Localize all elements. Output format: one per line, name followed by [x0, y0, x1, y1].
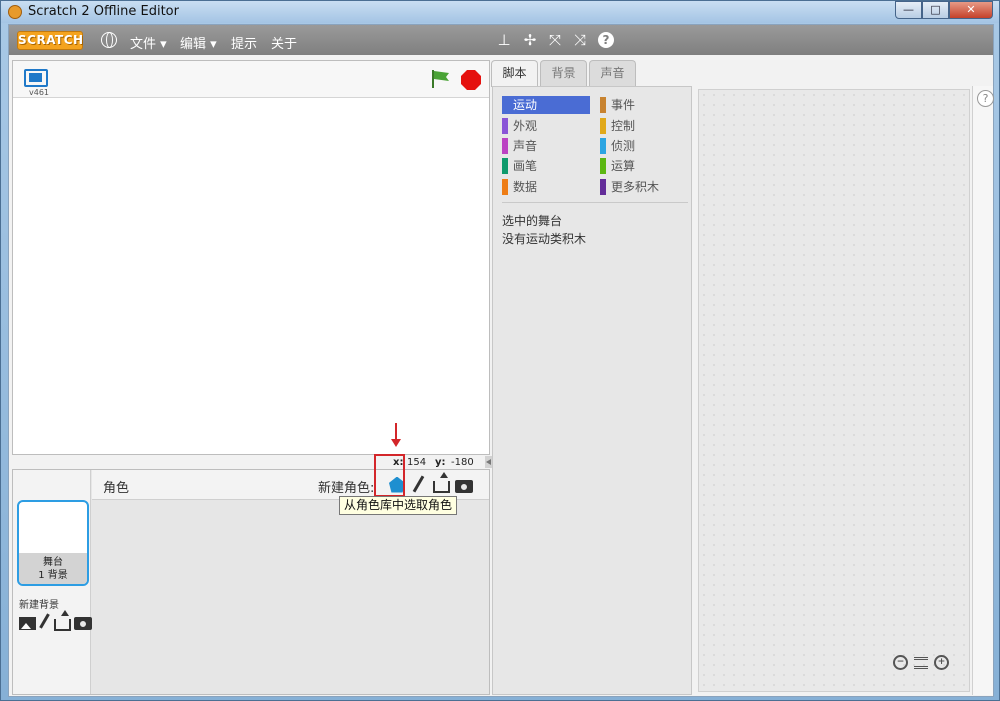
- green-flag-icon[interactable]: [432, 70, 449, 88]
- menu-about[interactable]: 关于: [271, 33, 297, 52]
- mouse-y-label: y:: [435, 457, 446, 468]
- zoom-reset-icon[interactable]: [914, 657, 928, 669]
- cut-icon[interactable]: ✢: [521, 31, 539, 49]
- menu-tips[interactable]: 提示: [231, 33, 257, 52]
- close-button[interactable]: ✕: [949, 1, 993, 19]
- stage-panel: v461: [12, 60, 490, 455]
- block-palette: 运动 外观 声音 画笔 数据 事件 控制 侦测 运算 更多积木 选中的舞台 没有…: [492, 86, 692, 695]
- menu-bar: SCRATCH 文件 ▾ 编辑 ▾ 提示 关于 ⊥ ✢ ⤧ ⤨ ?: [9, 25, 993, 55]
- stage-thumb-caption: 舞台 1 背景: [19, 553, 87, 584]
- camera-sprite-icon[interactable]: [455, 479, 473, 493]
- annotation-arrow: [391, 423, 401, 447]
- category-sensing[interactable]: 侦测: [600, 137, 688, 155]
- stamp-icon[interactable]: ⊥: [495, 31, 513, 49]
- block-help-icon[interactable]: ?: [977, 90, 994, 107]
- palette-divider: [502, 202, 688, 203]
- stage-canvas[interactable]: [13, 99, 489, 454]
- help-icon[interactable]: ?: [598, 32, 614, 48]
- minimize-button[interactable]: —: [895, 1, 922, 19]
- stage-thumbnail[interactable]: 舞台 1 背景: [17, 500, 89, 586]
- editor-client: SCRATCH 文件 ▾ 编辑 ▾ 提示 关于 ⊥ ✢ ⤧ ⤨ ? v461 x…: [8, 24, 994, 697]
- window-controls: — □ ✕: [895, 1, 993, 19]
- selected-target-label: 选中的舞台: [502, 214, 563, 228]
- paint-backdrop-icon[interactable]: [39, 613, 51, 631]
- tab-sounds[interactable]: 声音: [589, 60, 636, 86]
- stage-thumb-name: 舞台: [43, 557, 63, 568]
- zoom-controls: − +: [893, 655, 949, 670]
- category-control[interactable]: 控制: [600, 117, 688, 135]
- grow-icon[interactable]: ⤧: [546, 31, 564, 49]
- fullscreen-icon[interactable]: [24, 69, 48, 87]
- stage-thumb-backdrops: 1 背景: [38, 570, 68, 581]
- script-area[interactable]: [698, 89, 970, 692]
- stop-sign-icon[interactable]: [461, 70, 481, 90]
- category-operators[interactable]: 运算: [600, 157, 688, 175]
- annotation-highlight-box: [374, 454, 405, 497]
- sprite-library-tooltip: 从角色库中选取角色: [339, 496, 458, 515]
- backdrop-library-icon[interactable]: [19, 617, 36, 630]
- new-sprite-label: 新建角色:: [318, 481, 375, 496]
- category-sound[interactable]: 声音: [502, 137, 590, 155]
- menu-edit[interactable]: 编辑 ▾: [180, 33, 217, 52]
- zoom-in-icon[interactable]: +: [934, 655, 949, 670]
- category-events[interactable]: 事件: [600, 96, 688, 114]
- sprites-title: 角色: [103, 481, 130, 496]
- new-backdrop-label: 新建背景: [19, 600, 59, 611]
- version-label: v461: [29, 88, 50, 97]
- window-title: Scratch 2 Offline Editor: [28, 4, 179, 19]
- upload-backdrop-icon[interactable]: [54, 610, 71, 631]
- tab-backdrops[interactable]: 背景: [540, 60, 587, 86]
- new-backdrop-tools: [19, 610, 92, 631]
- no-blocks-message: 没有运动类积木: [502, 232, 587, 246]
- script-right-strip: [972, 86, 993, 695]
- title-bar[interactable]: Scratch 2 Offline Editor — □ ✕: [1, 1, 999, 23]
- mouse-y-value: -180: [451, 457, 474, 468]
- scratch-logo[interactable]: SCRATCH: [17, 31, 83, 50]
- category-pen[interactable]: 画笔: [502, 157, 590, 175]
- zoom-out-icon[interactable]: −: [893, 655, 908, 670]
- category-looks[interactable]: 外观: [502, 117, 590, 135]
- category-data[interactable]: 数据: [502, 178, 590, 196]
- camera-backdrop-icon[interactable]: [74, 617, 92, 630]
- tab-scripts[interactable]: 脚本: [491, 60, 538, 87]
- app-window: Scratch 2 Offline Editor — □ ✕ SCRATCH 文…: [0, 0, 1000, 701]
- category-motion[interactable]: 运动: [502, 96, 590, 114]
- stage-toolbar: v461: [13, 61, 489, 98]
- shrink-icon[interactable]: ⤨: [571, 31, 589, 49]
- paint-sprite-icon[interactable]: [410, 475, 428, 493]
- mouse-x-value: 154: [407, 457, 427, 468]
- menu-file[interactable]: 文件 ▾: [130, 33, 167, 52]
- category-more-blocks[interactable]: 更多积木: [600, 178, 688, 196]
- stage-column: 舞台 1 背景 新建背景: [13, 470, 92, 694]
- maximize-button[interactable]: □: [922, 1, 949, 19]
- upload-sprite-icon[interactable]: [433, 472, 450, 493]
- language-globe-icon[interactable]: [101, 32, 117, 48]
- scratch-cat-icon: [8, 5, 22, 19]
